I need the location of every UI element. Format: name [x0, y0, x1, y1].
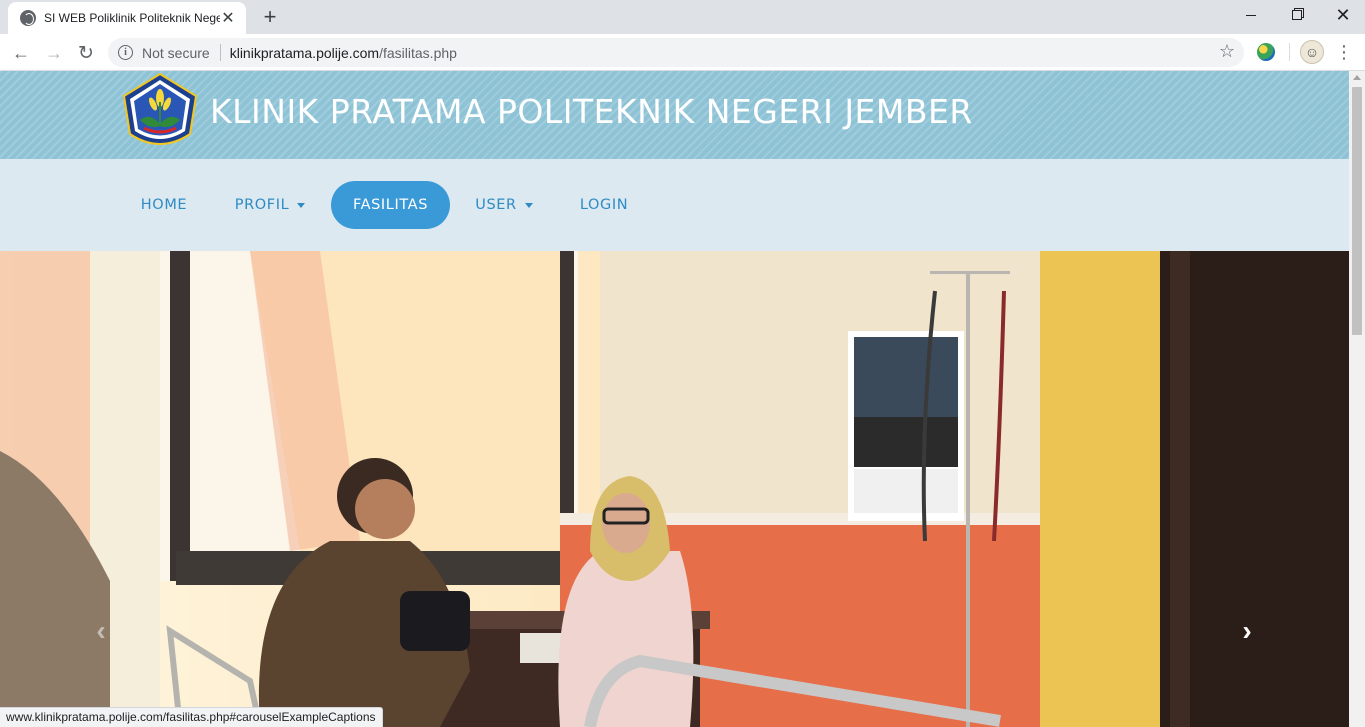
- browser-tab[interactable]: SI WEB Poliklinik Politeknik Negeri Jemb…: [8, 2, 246, 34]
- reload-icon[interactable]: ↻: [73, 40, 99, 66]
- nav-home-label: HOME: [140, 197, 188, 213]
- scrollbar-thumb[interactable]: [1352, 87, 1362, 335]
- address-bar[interactable]: i Not secure klinikpratama.polije.com/fa…: [108, 38, 1244, 67]
- kebab-menu-icon[interactable]: ⋮: [1335, 40, 1353, 64]
- globe-icon: [20, 10, 36, 26]
- site-title: KLINIK PRATAMA POLITEKNIK NEGERI JEMBER: [210, 92, 973, 131]
- tab-title: SI WEB Poliklinik Politeknik Negeri Jemb…: [44, 11, 220, 25]
- facility-carousel: ‹ ›: [0, 251, 1349, 727]
- carousel-next-button[interactable]: ›: [1232, 611, 1262, 651]
- caret-down-icon: [297, 202, 306, 208]
- browser-tabstrip: SI WEB Poliklinik Politeknik Negeri Jemb…: [0, 0, 1365, 34]
- window-minimize-button[interactable]: [1228, 0, 1274, 30]
- tab-close-icon[interactable]: ✕: [220, 8, 236, 28]
- star-icon[interactable]: ☆: [1219, 41, 1235, 62]
- url-path: /fasilitas.php: [379, 44, 457, 61]
- nav-home[interactable]: HOME: [124, 181, 204, 229]
- carousel-prev-button[interactable]: ‹: [86, 611, 116, 651]
- main-navbar: HOME PROFIL FASILITAS USER LOGIN: [0, 159, 1349, 251]
- clinic-consultation-photo: [0, 251, 1349, 727]
- polije-logo: [122, 72, 198, 145]
- info-icon[interactable]: i: [118, 45, 133, 60]
- restore-icon: [1292, 10, 1302, 20]
- url-text[interactable]: klinikpratama.polije.com/fasilitas.php: [230, 45, 457, 61]
- page-viewport: KLINIK PRATAMA POLITEKNIK NEGERI JEMBER …: [0, 71, 1349, 727]
- nav-fasilitas[interactable]: FASILITAS: [331, 181, 450, 229]
- profile-avatar-icon[interactable]: ☺: [1300, 40, 1324, 64]
- window-restore-button[interactable]: [1274, 0, 1320, 30]
- new-tab-button[interactable]: +: [258, 4, 282, 30]
- forward-arrow-icon[interactable]: →: [41, 40, 67, 66]
- nav-user-label: USER: [475, 197, 517, 213]
- omnibox-divider: [219, 44, 221, 61]
- site-header: KLINIK PRATAMA POLITEKNIK NEGERI JEMBER: [0, 71, 1349, 159]
- url-host: klinikpratama.polije.com: [229, 44, 380, 61]
- scroll-up-icon[interactable]: [1353, 75, 1361, 80]
- nav-profil-dropdown[interactable]: PROFIL: [220, 181, 320, 229]
- back-arrow-icon[interactable]: ←: [8, 40, 34, 66]
- toolbar-divider: [1289, 43, 1290, 61]
- extension-icon[interactable]: [1257, 43, 1275, 61]
- minimize-icon: [1246, 14, 1256, 16]
- nav-fasilitas-label: FASILITAS: [352, 197, 429, 213]
- nav-login[interactable]: LOGIN: [566, 181, 642, 229]
- browser-toolbar: ← → ↻ i Not secure klinikpratama.polije.…: [0, 34, 1365, 71]
- nav-user-dropdown[interactable]: USER: [462, 181, 546, 229]
- page-scrollbar[interactable]: [1349, 71, 1365, 727]
- nav-profil-label: PROFIL: [234, 197, 290, 213]
- nav-login-label: LOGIN: [579, 197, 629, 213]
- caret-down-icon: [524, 202, 533, 208]
- status-bar-url: www.klinikpratama.polije.com/fasilitas.p…: [0, 707, 383, 727]
- security-label[interactable]: Not secure: [142, 45, 210, 61]
- window-close-button[interactable]: ✕: [1320, 0, 1365, 30]
